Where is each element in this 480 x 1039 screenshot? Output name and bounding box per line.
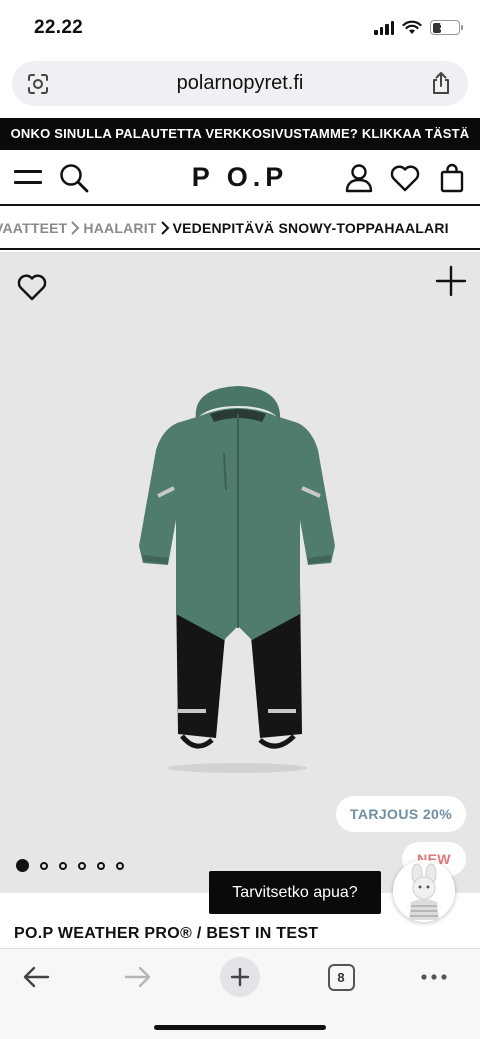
site-header: P O.P (0, 150, 480, 206)
breadcrumb-current: VEDENPITÄVÄ SNOWY-TOPPAHAALARI (172, 220, 449, 236)
zoom-plus-icon[interactable] (434, 264, 468, 298)
shopping-bag-icon[interactable] (436, 162, 468, 194)
product-title: PO.P WEATHER PRO® / BEST IN TEST (14, 925, 319, 942)
carousel-dot-6[interactable] (116, 861, 124, 870)
carousel-dot-4[interactable] (78, 861, 86, 870)
carousel-dot-1[interactable] (16, 859, 29, 872)
new-tab-plus-icon (230, 967, 250, 987)
breadcrumb-item-vaatteet[interactable]: VAATTEET (0, 220, 67, 236)
forward-arrow-icon (124, 966, 151, 988)
back-button[interactable] (18, 959, 54, 995)
chevron-right-icon (160, 221, 169, 235)
home-indicator (154, 1025, 326, 1030)
cellular-signal-icon (374, 20, 394, 35)
offer-badge: TARJOUS 20% (336, 796, 466, 832)
wifi-icon (402, 20, 422, 34)
status-time: 22.22 (34, 17, 84, 38)
carousel-dot-3[interactable] (59, 861, 67, 870)
browser-toolbar: 8 (0, 948, 480, 1039)
share-icon[interactable] (430, 71, 452, 95)
feedback-banner[interactable]: ONKO SINULLA PALAUTETTA VERKKOSIVUSTAMME… (0, 118, 480, 150)
snowsuit-product-photo (139, 386, 335, 773)
address-bar[interactable]: polarnopyret.fi (12, 61, 468, 106)
breadcrumb: VAATTEET HAALARIT VEDENPITÄVÄ SNOWY-TOPP… (0, 206, 480, 250)
battery-level: 34 (439, 22, 451, 33)
chevron-right-icon (71, 221, 80, 235)
wishlist-heart-icon[interactable] (389, 162, 421, 194)
back-arrow-icon (23, 966, 50, 988)
address-url[interactable]: polarnopyret.fi (12, 72, 468, 95)
new-tab-button[interactable] (220, 957, 260, 997)
more-button[interactable] (416, 959, 452, 995)
chat-assistant-avatar-icon[interactable] (393, 860, 455, 922)
product-image-gallery[interactable]: TARJOUS 20% NEW (0, 252, 480, 893)
tabs-icon: 8 (327, 963, 355, 991)
carousel-dot-2[interactable] (40, 861, 48, 870)
more-icon (421, 974, 447, 980)
help-chat-button[interactable]: Tarvitsetko apua? (209, 871, 381, 914)
account-icon[interactable] (343, 162, 375, 194)
carousel-dot-5[interactable] (97, 861, 105, 870)
forward-button[interactable] (120, 959, 156, 995)
image-carousel-dots[interactable] (16, 859, 124, 872)
status-bar: 22.22 34 (0, 0, 480, 58)
breadcrumb-item-haalarit[interactable]: HAALARIT (83, 220, 156, 236)
add-to-wishlist-heart-icon[interactable] (16, 272, 48, 302)
battery-icon: 34 (430, 20, 463, 35)
status-icons: 34 (374, 20, 463, 35)
tabs-button[interactable]: 8 (323, 959, 359, 995)
